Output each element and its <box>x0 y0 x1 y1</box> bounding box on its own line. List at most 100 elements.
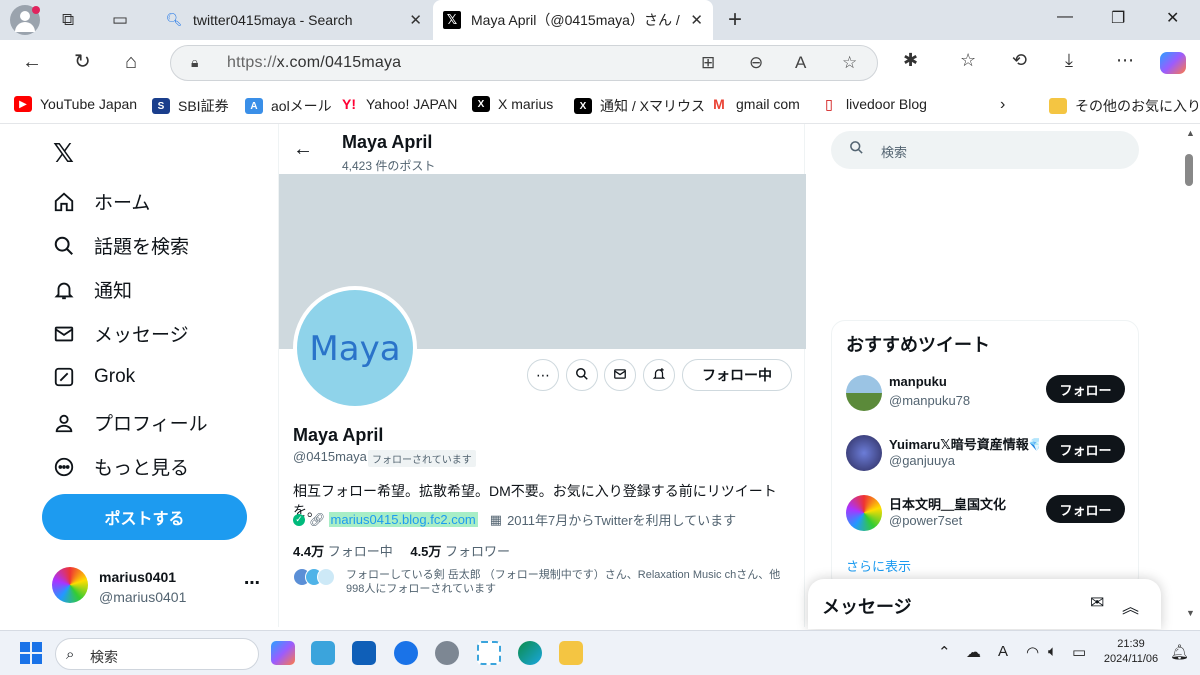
menu-dots-icon[interactable]: ⋯ <box>1116 50 1134 71</box>
bookmark-notifications[interactable]: X 通知 / Xマリウス <box>574 96 705 116</box>
workspaces-icon[interactable]: ⧉ <box>62 10 74 30</box>
list-item[interactable]: manpuku @manpuku78 フォロー <box>846 371 1136 415</box>
bookmark-livedoor[interactable]: ▯ livedoor Blog <box>820 96 927 113</box>
followers-link[interactable]: 4.5万 フォロワー <box>410 544 510 559</box>
bookmark-other-folder[interactable]: その他のお気に入り <box>1049 96 1200 116</box>
browser-profile-avatar[interactable] <box>10 5 40 35</box>
edge-icon[interactable] <box>518 641 542 665</box>
tools-icon[interactable] <box>394 641 418 665</box>
bookmark-x-marius[interactable]: XX marius <box>472 96 553 112</box>
notify-button[interactable] <box>643 359 675 391</box>
nav-item-more[interactable]: もっと見る <box>52 453 189 480</box>
follow-button[interactable]: フォロー <box>1046 435 1125 463</box>
follow-button[interactable]: フォロー <box>1046 495 1125 523</box>
chevron-up-icon[interactable]: ⌃ <box>938 643 951 661</box>
scroll-down-icon[interactable]: ▼ <box>1186 608 1195 618</box>
bookmark-gmail[interactable]: Mgmail com <box>710 96 800 112</box>
home-icon[interactable]: ⌂ <box>125 50 137 74</box>
cloud-icon[interactable]: ☁ <box>966 643 981 661</box>
back-arrow-icon[interactable]: ← <box>293 138 313 161</box>
profile-handle: @0415maya <box>293 449 367 464</box>
restore-icon[interactable]: ❐ <box>1111 8 1125 28</box>
tab-profile[interactable]: 𝕏 Maya April（@0415maya）さん / X ✕ <box>433 0 713 40</box>
tab-actions-icon[interactable]: ▭ <box>112 10 128 30</box>
close-icon[interactable]: ✕ <box>409 11 422 29</box>
battery-icon[interactable]: ▭ <box>1072 643 1086 661</box>
snipping-tool-icon[interactable] <box>477 641 501 665</box>
bookmark-youtube[interactable]: ▶ YouTube Japan <box>14 96 137 112</box>
notification-bell-icon[interactable]: 🔔︎ <box>1170 643 1189 661</box>
recommendations-panel: おすすめツイート manpuku @manpuku78 フォロー Yuimaru… <box>831 320 1139 590</box>
list-item[interactable]: 日本文明＿皇国文化 @power7set フォロー <box>846 491 1136 535</box>
lock-icon[interactable]: 🔒︎ <box>191 54 198 71</box>
minimize-icon[interactable]: — <box>1057 8 1073 26</box>
following-button[interactable]: フォロー中 <box>682 359 792 391</box>
bookmark-aol[interactable]: Aaolメール <box>245 96 332 116</box>
bookmark-yahoo[interactable]: Y! Yahoo! JAPAN <box>340 96 457 112</box>
clock[interactable]: 21:39 2024/11/06 <box>1098 637 1164 667</box>
chevron-right-icon[interactable]: › <box>1000 96 1005 114</box>
search-icon <box>575 367 589 384</box>
history-icon[interactable]: ⟲ <box>1012 50 1027 71</box>
nav-item-home[interactable]: ホーム <box>52 188 150 215</box>
wifi-icon[interactable]: ◠ <box>1026 643 1039 661</box>
profile-name: Maya April <box>293 425 384 445</box>
nav-item-notifications[interactable]: 通知 <box>52 276 132 303</box>
close-window-icon[interactable]: ✕ <box>1166 8 1179 28</box>
profile-link[interactable]: marius0415.blog.fc2.com <box>328 512 478 527</box>
settings-icon[interactable] <box>435 641 459 665</box>
follow-button[interactable]: フォロー <box>1046 375 1125 403</box>
favorites-icon[interactable]: ☆ <box>960 50 976 71</box>
outlook-icon[interactable] <box>352 641 376 665</box>
scrollbar[interactable]: ▲ ▼ <box>1181 124 1200 627</box>
read-aloud-icon[interactable]: A <box>795 53 806 73</box>
home-icon <box>52 190 76 214</box>
mail-icon <box>613 367 627 384</box>
refresh-icon[interactable]: ↻ <box>74 50 91 74</box>
nav-item-grok[interactable]: Grok <box>52 365 135 389</box>
scroll-up-icon[interactable]: ▲ <box>1186 128 1195 138</box>
tab-search[interactable]: 🔍︎ twitter0415maya - Search ✕ <box>155 0 432 40</box>
gmail-icon: M <box>713 96 725 112</box>
clock-date: 2024/11/06 <box>1103 653 1159 665</box>
copilot-icon[interactable] <box>271 641 295 665</box>
paint-icon[interactable] <box>311 641 335 665</box>
close-icon[interactable]: ✕ <box>690 11 703 29</box>
back-icon[interactable]: ← <box>22 50 42 74</box>
url-text[interactable]: https://x.com/0415maya <box>227 54 401 72</box>
list-item[interactable]: Yuimaru𝕏暗号資産情報💎 @ganjuuya フォロー <box>846 431 1136 475</box>
x-logo-icon[interactable]: 𝕏 <box>53 138 74 169</box>
download-icon[interactable]: ⤓ <box>1065 50 1073 71</box>
yahoo-icon: Y! <box>342 96 356 112</box>
file-explorer-icon[interactable] <box>559 641 583 665</box>
favorite-star-icon[interactable]: ☆ <box>842 53 857 73</box>
more-options-button[interactable]: ⋯ <box>527 359 559 391</box>
profile-avatar[interactable]: Maya <box>293 286 417 410</box>
new-message-icon[interactable]: ✉ <box>1090 593 1104 613</box>
bookmark-sbi[interactable]: S SBI証券 <box>152 96 229 116</box>
new-tab-button[interactable]: + <box>728 6 742 34</box>
message-button[interactable] <box>604 359 636 391</box>
extensions-icon[interactable]: ✱ <box>903 50 918 71</box>
following-link[interactable]: 4.4万 フォロー中 <box>293 544 393 559</box>
search-box[interactable]: 検索 <box>831 131 1139 169</box>
post-button[interactable]: ポストする <box>42 494 247 540</box>
copilot-icon[interactable] <box>1160 52 1186 74</box>
zoom-icon[interactable]: ⊖ <box>749 53 763 73</box>
taskbar-search[interactable]: ⌕ 検索 <box>55 638 259 670</box>
windows-start-icon[interactable] <box>20 642 42 664</box>
show-more-link[interactable]: さらに表示 <box>846 556 911 575</box>
nav-item-messages[interactable]: メッセージ <box>52 320 189 347</box>
address-bar[interactable]: 🔒︎ https://x.com/0415maya ⊞ ⊖ A ☆ <box>170 45 878 81</box>
chevron-up-icon[interactable]: ︽ <box>1122 593 1139 618</box>
app-available-icon[interactable]: ⊞ <box>701 53 715 73</box>
scrollbar-thumb[interactable] <box>1185 154 1193 186</box>
nav-item-explore[interactable]: 話題を検索 <box>52 232 189 259</box>
ime-icon[interactable]: A <box>998 643 1008 660</box>
browser-tab-strip: ⧉ ▭ 🔍︎ twitter0415maya - Search ✕ 𝕏 Maya… <box>0 0 1200 40</box>
search-profile-button[interactable] <box>566 359 598 391</box>
messages-drawer[interactable]: メッセージ ✉ ︽ <box>808 579 1161 629</box>
account-switcher[interactable]: marius0401 @marius0401 ⋯ <box>52 565 268 605</box>
nav-item-profile[interactable]: プロフィール <box>52 409 208 436</box>
volume-icon[interactable]: 🔈︎ <box>1048 643 1057 660</box>
